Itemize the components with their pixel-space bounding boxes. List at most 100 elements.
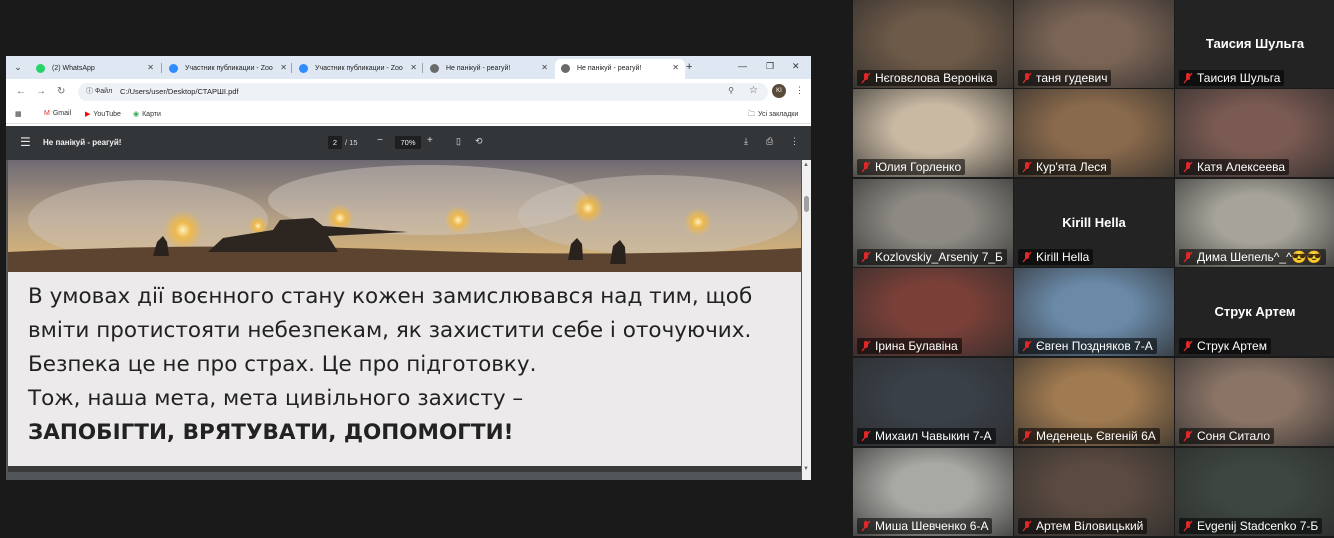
tab-close-icon[interactable]: ✕ [280,63,287,72]
forward-arrow-icon[interactable]: → [36,86,46,97]
bookmark-maps[interactable]: ◉ Карти [133,110,161,118]
tab-separator [422,63,423,73]
muted-mic-icon [1022,251,1032,263]
browser-menu-icon[interactable]: ⋮ [795,85,804,96]
tab-favicon-icon [169,64,178,73]
browser-tab[interactable]: (2) WhatsApp ✕ [30,59,160,79]
participant-tile[interactable]: Соня Ситало [1175,358,1334,446]
participant-tile[interactable]: Kirill Hella Kirill Hella [1014,179,1174,267]
pdf-more-icon[interactable]: ⋮ [790,136,799,147]
restore-icon[interactable]: ❐ [766,61,774,72]
participant-name-chip: Таисия Шульга [1179,70,1285,86]
participant-name: Катя Алексеева [1197,160,1286,174]
scroll-down-arrow-icon[interactable]: ▼ [803,466,809,472]
participant-name: Меденець Євгеній 6А [1036,429,1156,443]
muted-mic-icon [1022,430,1032,442]
youtube-icon: ▶ [85,111,91,118]
file-info-chip[interactable]: ⓘ Файл [86,86,112,96]
participant-name-chip: Kirill Hella [1018,249,1094,265]
participant-tile[interactable]: Дима Шепель^_^😎😎 [1175,179,1334,267]
participant-tile[interactable]: Таисия Шульга Таисия Шульга [1175,0,1334,88]
participant-name: Струк Артем [1197,339,1267,353]
muted-mic-icon [1022,72,1032,84]
pdf-zoom-out-icon[interactable]: − [377,135,383,146]
browser-tab[interactable]: Не панікуй - реагуй! ✕ [555,59,685,79]
back-arrow-icon[interactable]: ← [16,86,26,97]
bookmark-star-icon[interactable]: ☆ [749,85,758,96]
participant-tile[interactable]: Юлия Горленко [853,89,1013,177]
participant-name: Соня Ситало [1197,429,1271,443]
participant-tile[interactable]: Kozlovskiy_Arseniy 7_Б [853,179,1013,267]
participant-name: Євген Поздняков 7-А [1036,339,1153,353]
tab-close-icon[interactable]: ✕ [541,63,548,72]
close-window-icon[interactable]: ✕ [792,61,800,72]
muted-mic-icon [1183,520,1193,532]
participant-name-chip: Миша Шевченко 6-А [857,518,993,534]
apps-grid-icon[interactable]: ▦ [15,110,22,118]
participant-tile[interactable]: Ірина Булавіна [853,268,1013,356]
muted-mic-icon [1183,340,1193,352]
participant-tile[interactable]: Михаил Чавыкин 7-А [853,358,1013,446]
tab-label: (2) WhatsApp [52,65,95,72]
browser-tab[interactable]: Участник публикации - Zoo ✕ [293,59,423,79]
scroll-thumb[interactable] [804,196,809,212]
participant-name-chip: Кур'ята Леся [1018,159,1111,175]
muted-mic-icon [1022,520,1032,532]
participant-name: Kozlovskiy_Arseniy 7_Б [875,250,1003,264]
all-bookmarks[interactable]: 🗀 Усі закладки [748,110,798,121]
pdf-page-input[interactable]: 2 [328,136,342,149]
pdf-scrollbar[interactable]: ▲ ▼ [802,160,811,480]
participant-big-name: Струк Артем [1214,304,1296,319]
scroll-up-arrow-icon[interactable]: ▲ [803,162,809,168]
browser-tab[interactable]: Не панікуй - реагуй! ✕ [424,59,554,79]
url-text[interactable]: C:/Users/user/Desktop/СТАРШІ.pdf [120,87,239,96]
pdf-zoom-input[interactable]: 70% [395,136,421,149]
tab-close-icon[interactable]: ✕ [672,63,679,72]
maps-icon: ◉ [133,111,140,118]
tab-search-chevron-icon[interactable]: ⌄ [11,60,25,74]
pdf-sidebar-menu-icon[interactable]: ☰ [20,135,31,149]
pdf-zoom-in-icon[interactable]: + [427,135,433,146]
slide-text-block: В умовах дії воєнного стану кожен замисл… [28,280,798,450]
pdf-rotate-icon[interactable]: ⟲ [475,136,483,147]
muted-mic-icon [1022,161,1032,173]
address-bar[interactable]: ⓘ Файл C:/Users/user/Desktop/СТАРШІ.pdf … [78,83,768,101]
participant-tile[interactable]: Євген Поздняков 7-А [1014,268,1174,356]
participant-tile[interactable]: Кур'ята Леся [1014,89,1174,177]
participant-tile[interactable]: Evgenij Stadcenko 7-Б [1175,448,1334,536]
pdf-document-title: Не панікуй - реагуй! [43,138,122,147]
pdf-fit-page-icon[interactable]: ▯ [456,136,461,147]
reload-icon[interactable]: ↻ [57,86,65,97]
participant-name-chip: таня гудевич [1018,70,1112,86]
tab-close-icon[interactable]: ✕ [147,63,154,72]
participant-big-name: Таисия Шульга [1205,36,1305,51]
profile-avatar[interactable]: KI [772,84,786,98]
pdf-print-icon[interactable]: ⎙ [766,136,773,147]
participant-name-chip: Дима Шепель^_^😎😎 [1179,249,1326,265]
participant-tile[interactable]: Миша Шевченко 6-А [853,448,1013,536]
participant-tile[interactable]: Катя Алексеева [1175,89,1334,177]
slide-line: В умовах дії воєнного стану кожен замисл… [28,284,753,309]
bookmark-youtube[interactable]: ▶ YouTube [85,110,121,118]
muted-mic-icon [1183,251,1193,263]
participant-name: Evgenij Stadcenko 7-Б [1197,519,1319,533]
tab-favicon-icon [561,64,570,73]
slide-line: вміти протистояти небезпекам, як захисти… [28,318,752,343]
participant-tile[interactable]: Меденець Євгеній 6А [1014,358,1174,446]
participant-name: Миша Шевченко 6-А [875,519,989,533]
zoom-magnifier-icon[interactable]: ⚲ [728,86,734,95]
slide-emphasis-line: ЗАПОБІГТИ, ВРЯТУВАТИ, ДОПОМОГТИ! [28,420,514,445]
participant-tile[interactable]: таня гудевич [1014,0,1174,88]
browser-toolbar: ← → ↻ ⓘ Файл C:/Users/user/Desktop/СТАРШ… [6,79,811,105]
bookmark-gmail[interactable]: M Gmail [44,110,71,117]
muted-mic-icon [1183,161,1193,173]
participant-tile[interactable]: Артем Віловицький [1014,448,1174,536]
minimize-icon[interactable]: — [738,61,747,71]
new-tab-plus-icon[interactable]: + [686,61,692,73]
pdf-download-icon[interactable]: ⤓ [744,136,748,147]
browser-tab[interactable]: Участник публикации - Zoo ✕ [163,59,293,79]
participant-tile[interactable]: Струк Артем Струк Артем [1175,268,1334,356]
pdf-viewer: В умовах дії воєнного стану кожен замисл… [6,160,811,480]
participant-tile[interactable]: Нєговєлова Вероніка [853,0,1013,88]
tab-close-icon[interactable]: ✕ [410,63,417,72]
